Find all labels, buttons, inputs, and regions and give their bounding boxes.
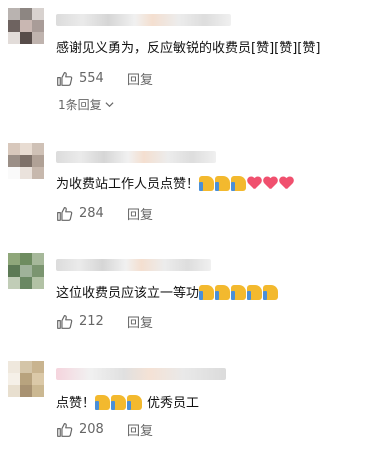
username-blurred[interactable] (56, 368, 226, 380)
heart-emoji-icon (263, 177, 278, 191)
avatar[interactable] (8, 253, 44, 289)
like-count: 208 (79, 421, 104, 437)
replies-count-label: 1条回复 (58, 98, 102, 112)
comment-actions: 208 回复 (56, 420, 153, 439)
avatar-pixel (32, 155, 44, 167)
like-count: 554 (79, 70, 104, 86)
avatar-pixel (8, 155, 20, 167)
avatar-pixel (8, 253, 20, 265)
like-count: 212 (79, 313, 104, 329)
like-count: 284 (79, 205, 104, 221)
avatar-pixel (20, 143, 32, 155)
heart-emoji-icon (247, 177, 262, 191)
avatar-pixel (20, 8, 32, 20)
thumbs-up-emoji-icon (199, 176, 215, 191)
comment-actions: 284 回复 (56, 204, 153, 223)
heart-emoji-icon (279, 177, 294, 191)
thumbs-up-emoji-icon (263, 285, 279, 300)
reply-button[interactable]: 回复 (127, 420, 153, 439)
thumbs-up-outline-icon[interactable] (56, 205, 73, 222)
thumbs-up-outline-icon[interactable] (56, 70, 73, 87)
avatar-pixel (20, 253, 32, 265)
thumbs-up-emoji-icon (127, 395, 143, 410)
thumbs-up-emoji-icon (247, 285, 263, 300)
comment-text-content: 为收费站工作人员点赞！ (56, 177, 200, 192)
thumbs-up-emoji-icon (111, 395, 127, 410)
reply-button[interactable]: 回复 (127, 312, 153, 331)
replies-toggle[interactable]: 1条回复 (58, 96, 114, 113)
avatar-pixel (8, 167, 20, 179)
avatar-pixel (32, 277, 44, 289)
avatar[interactable] (8, 143, 44, 179)
avatar[interactable] (8, 8, 44, 44)
avatar-pixel (20, 155, 32, 167)
avatar-pixel (32, 20, 44, 32)
avatar-pixel (20, 373, 32, 385)
avatar-pixel (8, 20, 20, 32)
comment-item: 感谢见义勇为，反应敏锐的收费员[赞][赞][赞] 554 回复 1条回复 (0, 0, 368, 120)
avatar-pixel (32, 32, 44, 44)
comment-text: 这位收费员应该立一等功 (56, 285, 279, 303)
thumbs-up-emoji-icon (199, 285, 215, 300)
avatar-pixel (20, 32, 32, 44)
avatar-pixel (32, 385, 44, 397)
avatar-pixel (8, 265, 20, 277)
avatar-pixel (32, 265, 44, 277)
avatar-pixel (32, 143, 44, 155)
emoji-group (199, 285, 279, 301)
comment-actions: 212 回复 (56, 312, 153, 331)
avatar-pixel (8, 373, 20, 385)
avatar-pixel (20, 277, 32, 289)
avatar-pixel (8, 32, 20, 44)
thumbs-up-emoji-icon (95, 395, 111, 410)
thumbs-up-emoji-icon (231, 176, 247, 191)
thumbs-up-emoji-icon (215, 285, 231, 300)
avatar-pixel (32, 361, 44, 373)
emoji-group (199, 176, 295, 192)
avatar-pixel (8, 8, 20, 20)
avatar-pixel (32, 167, 44, 179)
comment-item: 这位收费员应该立一等功 212 回复 (0, 245, 368, 345)
avatar-pixel (32, 253, 44, 265)
avatar-pixel (8, 277, 20, 289)
comment-text-content: 点赞！ (56, 396, 96, 411)
avatar-pixel (20, 167, 32, 179)
username-blurred[interactable] (56, 151, 216, 163)
comment-text: 为收费站工作人员点赞！ (56, 176, 295, 194)
thumbs-up-emoji-icon (215, 176, 231, 191)
avatar-pixel (32, 373, 44, 385)
avatar[interactable] (8, 361, 44, 397)
avatar-pixel (8, 361, 20, 373)
avatar-pixel (20, 361, 32, 373)
comment-text: 点赞！ 优秀员工 (56, 395, 199, 413)
comment-actions: 554 回复 (56, 69, 153, 88)
thumbs-up-outline-icon[interactable] (56, 313, 73, 330)
comment-item: 为收费站工作人员点赞！ 284 回复 (0, 135, 368, 235)
avatar-pixel (20, 385, 32, 397)
reply-button[interactable]: 回复 (127, 69, 153, 88)
comment-text: 感谢见义勇为，反应敏锐的收费员[赞][赞][赞] (56, 41, 321, 56)
chevron-down-icon (105, 102, 114, 108)
comment-text-content: 这位收费员应该立一等功 (56, 286, 200, 301)
username-blurred[interactable] (56, 259, 211, 271)
thumbs-up-outline-icon[interactable] (56, 421, 73, 438)
comment-text-suffix: 优秀员工 (147, 396, 200, 411)
avatar-pixel (20, 20, 32, 32)
username-blurred[interactable] (56, 14, 231, 26)
avatar-pixel (32, 8, 44, 20)
comment-item: 点赞！ 优秀员工 208 回复 (0, 357, 368, 467)
avatar-pixel (8, 385, 20, 397)
reply-button[interactable]: 回复 (127, 204, 153, 223)
emoji-group (95, 395, 143, 411)
avatar-pixel (8, 143, 20, 155)
thumbs-up-emoji-icon (231, 285, 247, 300)
avatar-pixel (20, 265, 32, 277)
